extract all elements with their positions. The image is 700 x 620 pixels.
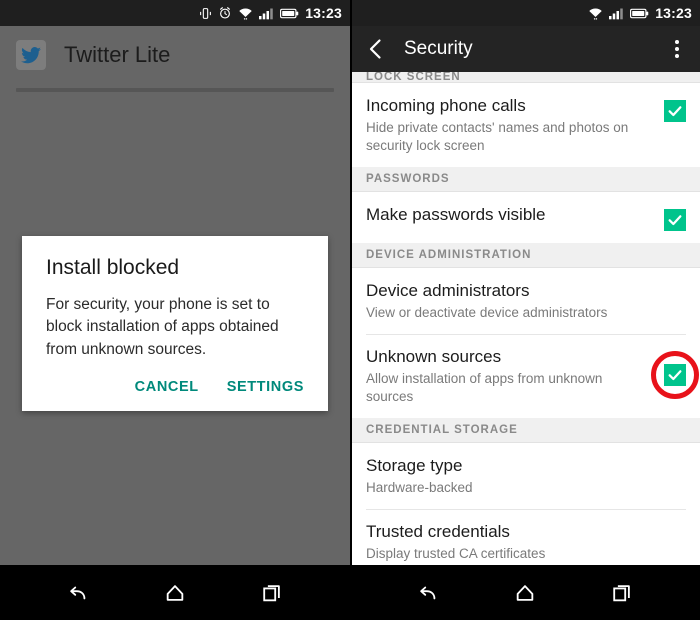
settings-row[interactable]: Device administrators View or deactivate … xyxy=(352,267,700,334)
dialog-message: For security, your phone is set to block… xyxy=(46,296,279,358)
section-header: DEVICE ADMINISTRATION xyxy=(352,242,700,268)
page-title: Security xyxy=(404,38,473,59)
settings-row[interactable]: Trusted credentials Display trusted CA ce… xyxy=(352,508,700,565)
right-nav-group xyxy=(350,565,700,620)
recents-icon[interactable] xyxy=(605,576,639,610)
settings-row-text: Device administrators View or deactivate … xyxy=(366,280,686,322)
section-header: CREDENTIAL STORAGE xyxy=(352,417,700,443)
app-header: Twitter Lite xyxy=(0,26,350,92)
wifi-icon xyxy=(588,7,603,20)
settings-row-title: Storage type xyxy=(366,455,463,475)
settings-row-subtitle: Display trusted CA certificates xyxy=(366,546,546,562)
right-phone-pane: 13:23 Security LOCK SCREEN Incoming phone… xyxy=(350,0,700,565)
navigation-bar xyxy=(0,565,700,620)
settings-row-subtitle: Hardware-backed xyxy=(366,480,473,496)
settings-row-title: Incoming phone calls xyxy=(366,96,526,115)
app-header-divider xyxy=(16,88,334,92)
vibrate-icon xyxy=(199,7,212,20)
wifi-icon xyxy=(238,7,253,20)
settings-row[interactable]: Incoming phone calls Hide private contact… xyxy=(352,83,700,167)
signal-icon xyxy=(609,7,624,20)
alarm-icon xyxy=(218,6,232,20)
section-header: LOCK SCREEN xyxy=(352,72,700,83)
back-icon[interactable] xyxy=(61,576,95,610)
back-chevron-icon[interactable] xyxy=(364,37,388,61)
settings-row-text: Make passwords visible xyxy=(366,204,650,225)
settings-app-bar: Security xyxy=(352,26,700,72)
recents-icon[interactable] xyxy=(255,576,289,610)
battery-icon xyxy=(630,8,649,19)
settings-row-title: Make passwords visible xyxy=(366,204,546,224)
settings-row-title: Device administrators xyxy=(366,280,530,300)
battery-icon xyxy=(280,8,299,19)
settings-row-text: Incoming phone calls Hide private contact… xyxy=(366,95,650,155)
dialog-title: Install blocked xyxy=(46,256,180,279)
install-blocked-dialog: Install blocked For security, your phone… xyxy=(22,236,328,412)
settings-row-text: Trusted credentials Display trusted CA ce… xyxy=(366,521,686,563)
cancel-button[interactable]: CANCEL xyxy=(135,379,199,395)
settings-row[interactable]: Make passwords visible xyxy=(352,191,700,243)
app-title: Twitter Lite xyxy=(64,42,171,67)
left-nav-group xyxy=(0,565,350,620)
right-status-time: 13:23 xyxy=(655,5,692,21)
twitter-bird-icon xyxy=(16,40,46,70)
settings-row[interactable]: Unknown sources Allow installation of app… xyxy=(352,333,700,418)
settings-row-title: Unknown sources xyxy=(366,346,502,366)
section-header: PASSWORDS xyxy=(352,166,700,192)
back-icon[interactable] xyxy=(411,576,445,610)
left-phone-pane: 13:23 Twitter Lite Install blocked For s… xyxy=(0,0,350,565)
home-icon[interactable] xyxy=(508,576,542,610)
signal-icon xyxy=(259,7,274,20)
unknown-sources-checkbox[interactable] xyxy=(664,363,686,386)
right-status-bar: 13:23 xyxy=(352,0,700,26)
left-status-time: 13:23 xyxy=(305,5,342,21)
left-status-bar: 13:23 xyxy=(0,0,350,26)
settings-row-subtitle: Allow installation of apps from unknown … xyxy=(366,371,603,404)
settings-button[interactable]: SETTINGS xyxy=(227,379,304,395)
settings-row-subtitle: Hide private contacts' names and photos … xyxy=(366,120,629,154)
home-icon[interactable] xyxy=(158,576,192,610)
dual-phone-screenshot: 13:23 Twitter Lite Install blocked For s… xyxy=(0,0,700,620)
settings-row-text: Unknown sources Allow installation of app… xyxy=(366,346,650,406)
settings-list[interactable]: LOCK SCREEN Incoming phone calls Hide priv… xyxy=(352,72,700,565)
settings-row-text: Storage type Hardware-backed xyxy=(366,455,686,497)
settings-checkbox[interactable] xyxy=(664,208,686,231)
settings-row[interactable]: Storage type Hardware-backed xyxy=(352,442,700,509)
overflow-menu-icon[interactable] xyxy=(666,37,688,61)
dialog-actions: CANCEL SETTINGS xyxy=(22,361,328,411)
settings-checkbox[interactable] xyxy=(664,100,686,122)
settings-row-subtitle: View or deactivate device administrators xyxy=(366,305,608,321)
settings-row-title: Trusted credentials xyxy=(366,521,510,541)
